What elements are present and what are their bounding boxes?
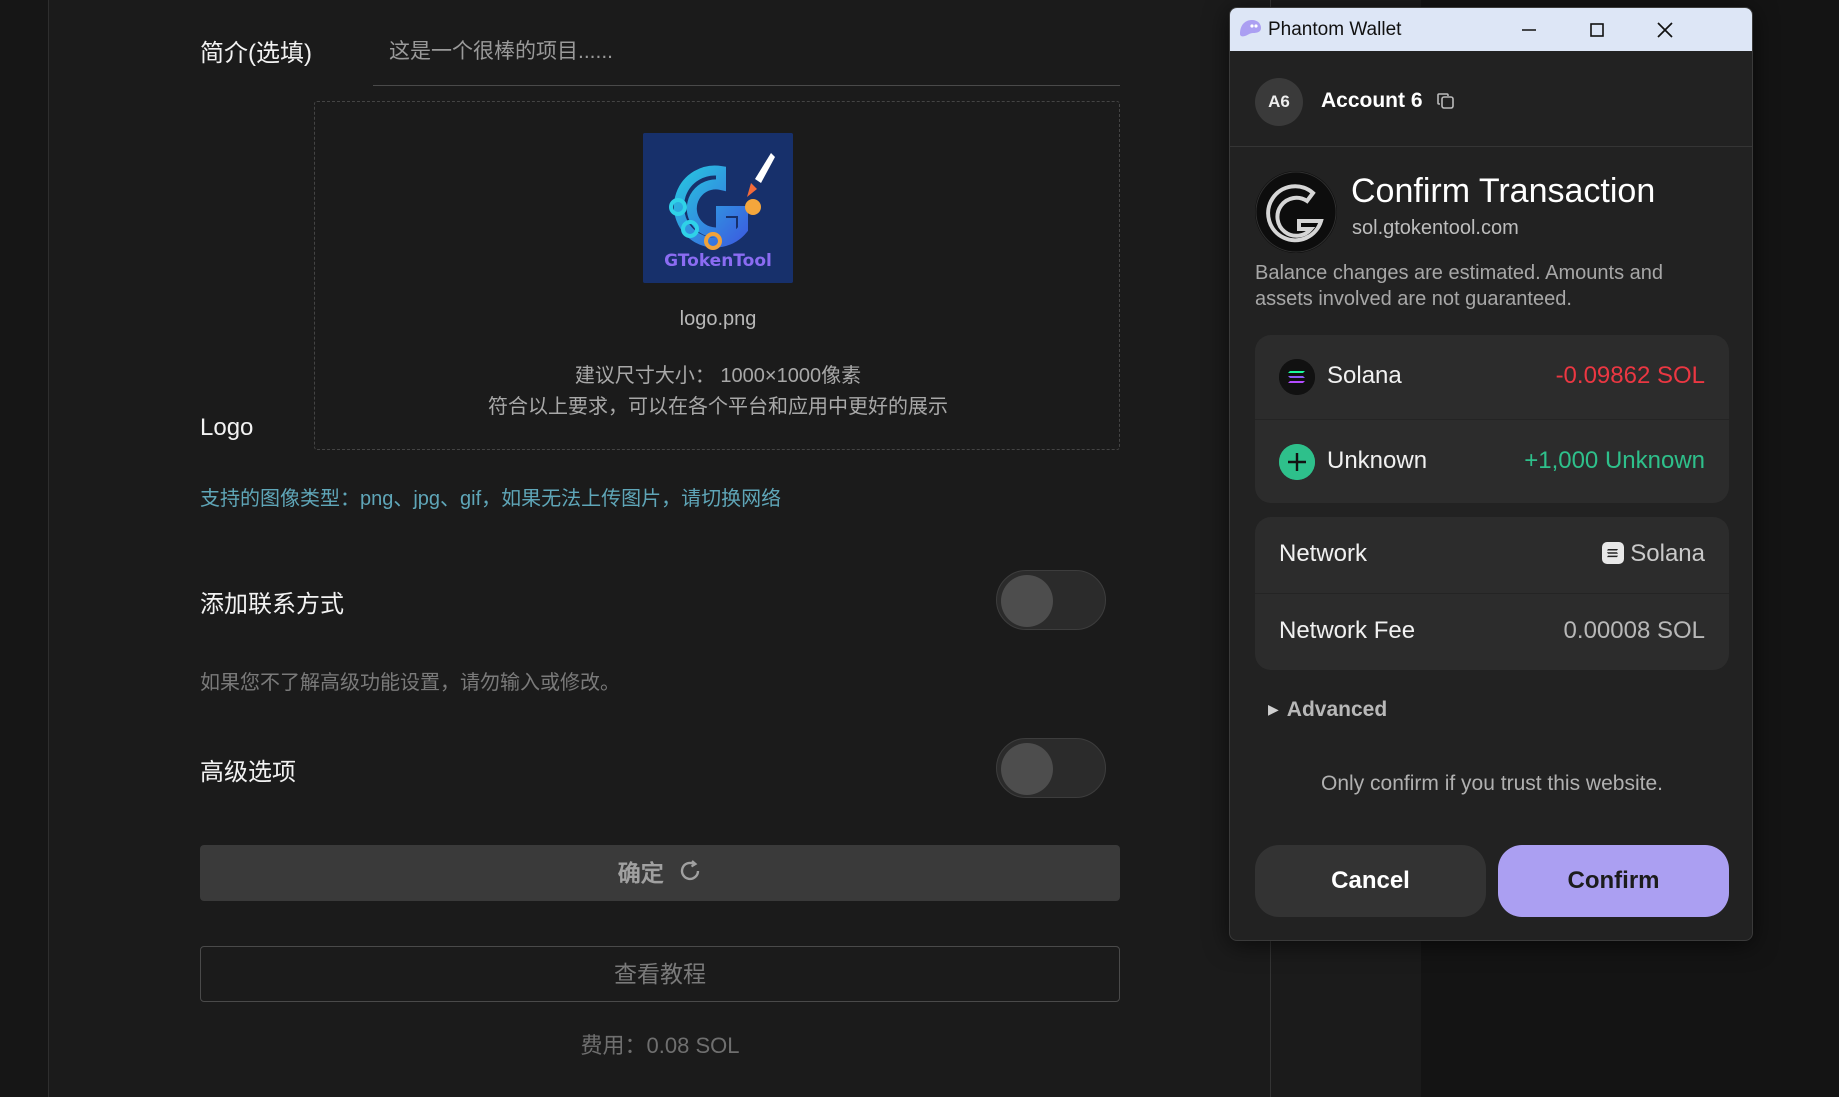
transaction-title: Confirm Transaction xyxy=(1351,172,1656,210)
confirm-button-label: 确定 xyxy=(617,860,664,886)
phantom-ghost-icon xyxy=(1238,18,1262,43)
contact-label: 添加联系方式 xyxy=(200,591,344,618)
account-avatar[interactable]: A6 xyxy=(1255,78,1303,126)
size-hint-detail: 符合以上要求，可以在各个平台和应用中更好的展示 xyxy=(488,396,948,418)
balance-row-solana: Solana -0.09862 SOL xyxy=(1255,335,1729,419)
solana-icon xyxy=(1279,359,1315,395)
supported-types-note: 支持的图像类型：png、jpg、gif，如果无法上传图片，请切换网络 xyxy=(200,488,782,510)
phantom-wallet-window: Phantom Wallet A6 Account 6 Confirm Tran… xyxy=(1229,7,1753,941)
confirm-transaction-button[interactable]: Confirm xyxy=(1498,845,1729,917)
plus-circle-icon xyxy=(1279,444,1315,480)
advanced-toggle[interactable] xyxy=(996,738,1106,798)
loading-spinner-icon xyxy=(678,847,702,903)
network-fee-label: Network Fee xyxy=(1279,617,1416,644)
logo-file-name: logo.png xyxy=(679,308,757,330)
trust-note: Only confirm if you trust this website. xyxy=(1321,772,1663,795)
network-value: Solana xyxy=(1602,540,1705,571)
minimize-icon[interactable] xyxy=(1495,8,1563,51)
intro-input[interactable]: 这是一个很棒的项目...... xyxy=(373,28,1120,86)
cancel-button[interactable]: Cancel xyxy=(1255,845,1486,917)
network-fee-value: 0.00008 SOL xyxy=(1563,617,1705,644)
advanced-label: 高级选项 xyxy=(200,759,296,786)
size-hint: 建议尺寸大小： 1000×1000像素 xyxy=(574,365,862,387)
fee-text: 费用：0.08 SOL xyxy=(580,1033,740,1058)
logo-brand-text: GTokenTool xyxy=(664,251,772,271)
account-name[interactable]: Account 6 xyxy=(1321,89,1423,113)
solana-small-icon xyxy=(1602,542,1625,571)
network-fee-row: Network Fee 0.00008 SOL xyxy=(1255,593,1729,670)
logo-preview-image: GTokenTool xyxy=(643,133,793,283)
balance-changes-card: Solana -0.09862 SOL Unknown +1,000 Unkno… xyxy=(1255,335,1729,503)
network-name: Solana xyxy=(1630,540,1705,567)
balance-value: -0.09862 SOL xyxy=(1555,362,1705,389)
advanced-note: 如果您不了解高级功能设置，请勿输入或修改。 xyxy=(200,672,620,694)
transaction-site: sol.gtokentool.com xyxy=(1352,217,1519,239)
maximize-icon[interactable] xyxy=(1563,8,1631,51)
caret-right-icon: ▶ xyxy=(1268,701,1279,717)
contact-toggle[interactable] xyxy=(996,570,1106,630)
network-details-card: Network Solana Network Fee 0.00008 SOL xyxy=(1255,517,1729,670)
tutorial-button[interactable]: 查看教程 xyxy=(200,946,1120,1002)
intro-label: 简介(选填) xyxy=(200,40,312,67)
advanced-toggle[interactable]: ▶ Advanced xyxy=(1268,698,1387,722)
advanced-label: Advanced xyxy=(1286,698,1388,721)
window-titlebar[interactable]: Phantom Wallet xyxy=(1230,8,1752,51)
balance-label: Unknown xyxy=(1327,447,1428,474)
copy-icon[interactable] xyxy=(1436,91,1456,116)
window-title: Phantom Wallet xyxy=(1268,19,1402,40)
logo-label: Logo xyxy=(200,414,254,441)
estimate-note: Balance changes are estimated. Amounts a… xyxy=(1255,262,1664,310)
close-icon[interactable] xyxy=(1631,8,1699,51)
site-logo-icon xyxy=(1255,171,1337,253)
account-header: A6 Account 6 xyxy=(1230,51,1752,147)
network-label: Network xyxy=(1279,540,1368,567)
balance-label: Solana xyxy=(1327,362,1402,389)
network-row: Network Solana xyxy=(1255,517,1729,593)
balance-value: +1,000 Unknown xyxy=(1524,447,1705,474)
left-rail xyxy=(0,0,49,1097)
balance-row-unknown: Unknown +1,000 Unknown xyxy=(1255,419,1729,503)
token-form: 简介(选填) 这是一个很棒的项目...... Logo GTokenTool l… xyxy=(200,0,1120,1097)
logo-upload-area[interactable]: GTokenTool logo.png 建议尺寸大小： 1000×1000像素 … xyxy=(314,101,1120,450)
confirm-button[interactable]: 确定 xyxy=(200,845,1120,901)
